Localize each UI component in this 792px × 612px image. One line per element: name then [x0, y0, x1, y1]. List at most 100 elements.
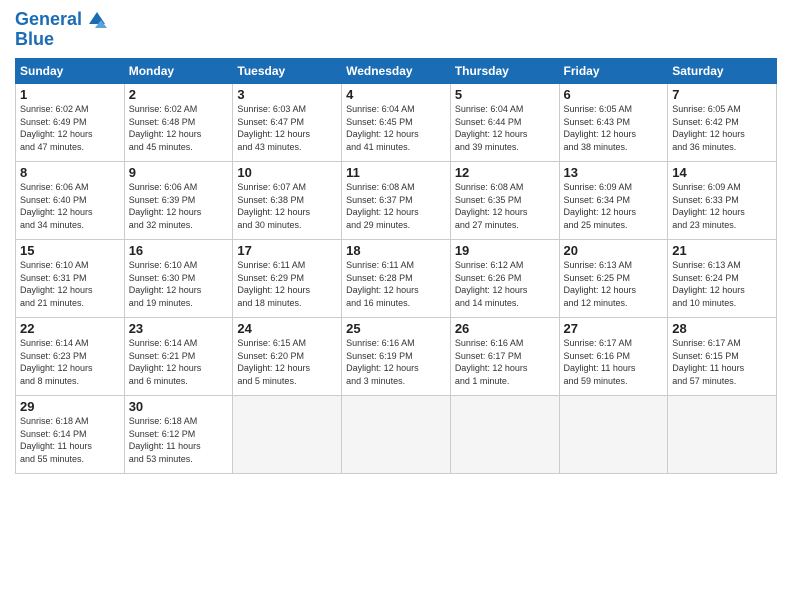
- calendar-cell: 24Sunrise: 6:15 AM Sunset: 6:20 PM Dayli…: [233, 318, 342, 396]
- calendar-cell: 4Sunrise: 6:04 AM Sunset: 6:45 PM Daylig…: [342, 84, 451, 162]
- day-info: Sunrise: 6:11 AM Sunset: 6:28 PM Dayligh…: [346, 259, 446, 309]
- day-info: Sunrise: 6:16 AM Sunset: 6:19 PM Dayligh…: [346, 337, 446, 387]
- day-number: 3: [237, 87, 337, 102]
- day-number: 2: [129, 87, 229, 102]
- calendar-cell: 16Sunrise: 6:10 AM Sunset: 6:30 PM Dayli…: [124, 240, 233, 318]
- day-number: 6: [564, 87, 664, 102]
- calendar-cell: 27Sunrise: 6:17 AM Sunset: 6:16 PM Dayli…: [559, 318, 668, 396]
- day-info: Sunrise: 6:17 AM Sunset: 6:15 PM Dayligh…: [672, 337, 772, 387]
- calendar-week-row: 29Sunrise: 6:18 AM Sunset: 6:14 PM Dayli…: [16, 396, 777, 474]
- day-info: Sunrise: 6:11 AM Sunset: 6:29 PM Dayligh…: [237, 259, 337, 309]
- day-number: 4: [346, 87, 446, 102]
- calendar-cell: 19Sunrise: 6:12 AM Sunset: 6:26 PM Dayli…: [450, 240, 559, 318]
- day-number: 26: [455, 321, 555, 336]
- day-info: Sunrise: 6:08 AM Sunset: 6:37 PM Dayligh…: [346, 181, 446, 231]
- day-number: 15: [20, 243, 120, 258]
- day-number: 7: [672, 87, 772, 102]
- day-number: 8: [20, 165, 120, 180]
- day-number: 5: [455, 87, 555, 102]
- day-number: 16: [129, 243, 229, 258]
- calendar-cell: 17Sunrise: 6:11 AM Sunset: 6:29 PM Dayli…: [233, 240, 342, 318]
- logo: General Blue: [15, 10, 107, 50]
- calendar-cell: 8Sunrise: 6:06 AM Sunset: 6:40 PM Daylig…: [16, 162, 125, 240]
- day-number: 22: [20, 321, 120, 336]
- day-info: Sunrise: 6:10 AM Sunset: 6:30 PM Dayligh…: [129, 259, 229, 309]
- day-header: Sunday: [16, 59, 125, 84]
- day-info: Sunrise: 6:13 AM Sunset: 6:25 PM Dayligh…: [564, 259, 664, 309]
- day-info: Sunrise: 6:04 AM Sunset: 6:45 PM Dayligh…: [346, 103, 446, 153]
- day-header: Saturday: [668, 59, 777, 84]
- day-info: Sunrise: 6:07 AM Sunset: 6:38 PM Dayligh…: [237, 181, 337, 231]
- calendar-cell: 10Sunrise: 6:07 AM Sunset: 6:38 PM Dayli…: [233, 162, 342, 240]
- day-info: Sunrise: 6:06 AM Sunset: 6:39 PM Dayligh…: [129, 181, 229, 231]
- day-number: 21: [672, 243, 772, 258]
- calendar-header-row: SundayMondayTuesdayWednesdayThursdayFrid…: [16, 59, 777, 84]
- day-number: 19: [455, 243, 555, 258]
- calendar-cell: 18Sunrise: 6:11 AM Sunset: 6:28 PM Dayli…: [342, 240, 451, 318]
- day-number: 20: [564, 243, 664, 258]
- day-info: Sunrise: 6:14 AM Sunset: 6:23 PM Dayligh…: [20, 337, 120, 387]
- day-number: 25: [346, 321, 446, 336]
- calendar-cell: 28Sunrise: 6:17 AM Sunset: 6:15 PM Dayli…: [668, 318, 777, 396]
- day-number: 14: [672, 165, 772, 180]
- day-info: Sunrise: 6:06 AM Sunset: 6:40 PM Dayligh…: [20, 181, 120, 231]
- day-info: Sunrise: 6:10 AM Sunset: 6:31 PM Dayligh…: [20, 259, 120, 309]
- day-header: Friday: [559, 59, 668, 84]
- day-info: Sunrise: 6:18 AM Sunset: 6:12 PM Dayligh…: [129, 415, 229, 465]
- day-info: Sunrise: 6:15 AM Sunset: 6:20 PM Dayligh…: [237, 337, 337, 387]
- day-header: Tuesday: [233, 59, 342, 84]
- day-number: 9: [129, 165, 229, 180]
- calendar-week-row: 8Sunrise: 6:06 AM Sunset: 6:40 PM Daylig…: [16, 162, 777, 240]
- day-number: 29: [20, 399, 120, 414]
- day-info: Sunrise: 6:14 AM Sunset: 6:21 PM Dayligh…: [129, 337, 229, 387]
- calendar-cell: 6Sunrise: 6:05 AM Sunset: 6:43 PM Daylig…: [559, 84, 668, 162]
- day-header: Thursday: [450, 59, 559, 84]
- day-number: 1: [20, 87, 120, 102]
- calendar-cell: 25Sunrise: 6:16 AM Sunset: 6:19 PM Dayli…: [342, 318, 451, 396]
- day-number: 23: [129, 321, 229, 336]
- calendar-week-row: 22Sunrise: 6:14 AM Sunset: 6:23 PM Dayli…: [16, 318, 777, 396]
- calendar-cell: [559, 396, 668, 474]
- day-info: Sunrise: 6:09 AM Sunset: 6:34 PM Dayligh…: [564, 181, 664, 231]
- day-number: 11: [346, 165, 446, 180]
- day-number: 13: [564, 165, 664, 180]
- calendar-cell: 26Sunrise: 6:16 AM Sunset: 6:17 PM Dayli…: [450, 318, 559, 396]
- day-info: Sunrise: 6:12 AM Sunset: 6:26 PM Dayligh…: [455, 259, 555, 309]
- calendar-cell: 7Sunrise: 6:05 AM Sunset: 6:42 PM Daylig…: [668, 84, 777, 162]
- calendar-cell: [233, 396, 342, 474]
- page-header: General Blue: [15, 10, 777, 50]
- calendar-week-row: 1Sunrise: 6:02 AM Sunset: 6:49 PM Daylig…: [16, 84, 777, 162]
- calendar-table: SundayMondayTuesdayWednesdayThursdayFrid…: [15, 58, 777, 474]
- day-info: Sunrise: 6:16 AM Sunset: 6:17 PM Dayligh…: [455, 337, 555, 387]
- calendar-cell: 12Sunrise: 6:08 AM Sunset: 6:35 PM Dayli…: [450, 162, 559, 240]
- day-info: Sunrise: 6:02 AM Sunset: 6:49 PM Dayligh…: [20, 103, 120, 153]
- day-info: Sunrise: 6:13 AM Sunset: 6:24 PM Dayligh…: [672, 259, 772, 309]
- calendar-cell: 29Sunrise: 6:18 AM Sunset: 6:14 PM Dayli…: [16, 396, 125, 474]
- calendar-cell: 11Sunrise: 6:08 AM Sunset: 6:37 PM Dayli…: [342, 162, 451, 240]
- day-number: 18: [346, 243, 446, 258]
- day-number: 12: [455, 165, 555, 180]
- logo-line1: General: [15, 10, 107, 30]
- day-info: Sunrise: 6:03 AM Sunset: 6:47 PM Dayligh…: [237, 103, 337, 153]
- calendar-cell: 13Sunrise: 6:09 AM Sunset: 6:34 PM Dayli…: [559, 162, 668, 240]
- day-number: 28: [672, 321, 772, 336]
- day-info: Sunrise: 6:05 AM Sunset: 6:42 PM Dayligh…: [672, 103, 772, 153]
- calendar-body: 1Sunrise: 6:02 AM Sunset: 6:49 PM Daylig…: [16, 84, 777, 474]
- logo-line2: Blue: [15, 30, 107, 50]
- day-number: 27: [564, 321, 664, 336]
- day-info: Sunrise: 6:17 AM Sunset: 6:16 PM Dayligh…: [564, 337, 664, 387]
- day-number: 17: [237, 243, 337, 258]
- day-info: Sunrise: 6:02 AM Sunset: 6:48 PM Dayligh…: [129, 103, 229, 153]
- calendar-week-row: 15Sunrise: 6:10 AM Sunset: 6:31 PM Dayli…: [16, 240, 777, 318]
- day-header: Monday: [124, 59, 233, 84]
- day-info: Sunrise: 6:04 AM Sunset: 6:44 PM Dayligh…: [455, 103, 555, 153]
- day-info: Sunrise: 6:08 AM Sunset: 6:35 PM Dayligh…: [455, 181, 555, 231]
- calendar-cell: [450, 396, 559, 474]
- calendar-cell: 22Sunrise: 6:14 AM Sunset: 6:23 PM Dayli…: [16, 318, 125, 396]
- calendar-cell: 1Sunrise: 6:02 AM Sunset: 6:49 PM Daylig…: [16, 84, 125, 162]
- page-container: General Blue SundayMondayTuesdayWednesda…: [0, 0, 792, 484]
- calendar-cell: 9Sunrise: 6:06 AM Sunset: 6:39 PM Daylig…: [124, 162, 233, 240]
- calendar-cell: 15Sunrise: 6:10 AM Sunset: 6:31 PM Dayli…: [16, 240, 125, 318]
- calendar-cell: 14Sunrise: 6:09 AM Sunset: 6:33 PM Dayli…: [668, 162, 777, 240]
- day-info: Sunrise: 6:05 AM Sunset: 6:43 PM Dayligh…: [564, 103, 664, 153]
